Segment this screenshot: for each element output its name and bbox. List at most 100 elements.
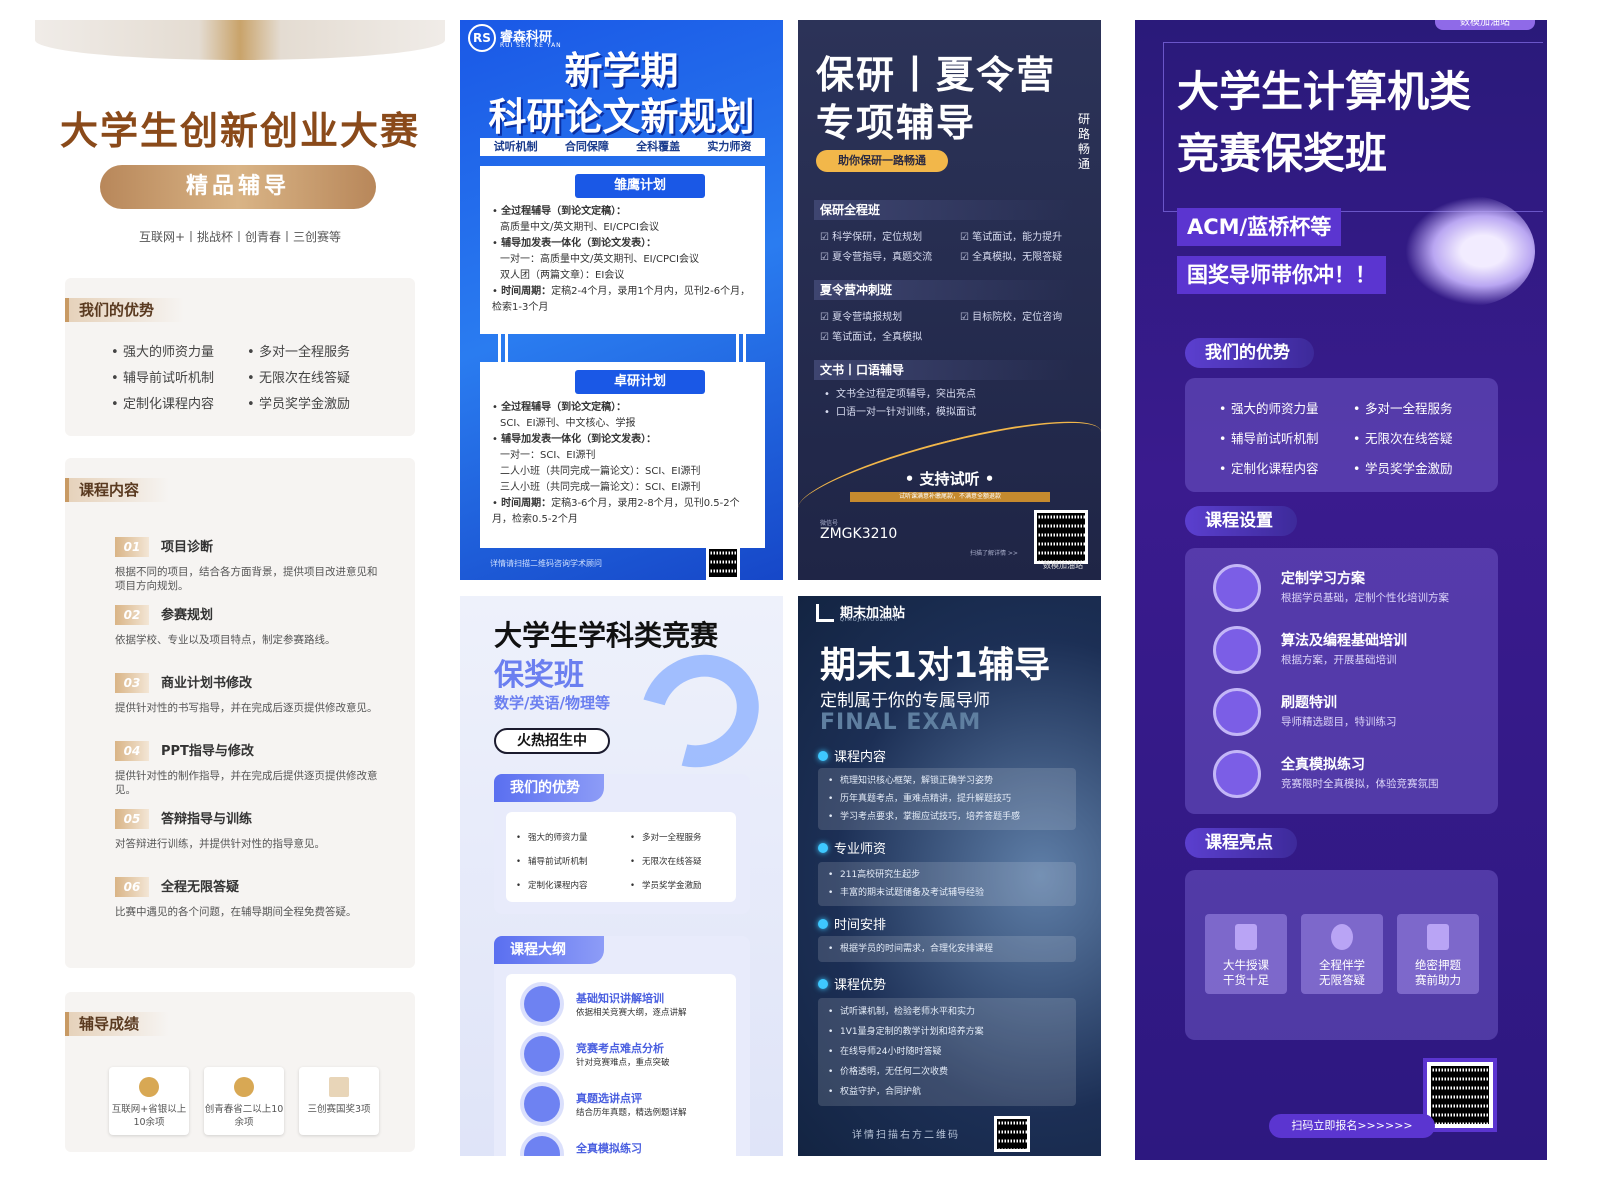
course-desc: 根据学员基础，定制个性化培训方案 xyxy=(1281,592,1449,604)
document-icon xyxy=(1213,564,1261,612)
item-desc: 提供针对性的书写指导，并在完成后逐页提供修改意见。 xyxy=(115,702,378,714)
list-item: 梳理知识核心框架，解锁正确学习姿势 xyxy=(828,772,1066,790)
medal-icon xyxy=(234,1077,254,1097)
signup-button[interactable]: 扫码立即报名>>>>>> xyxy=(1269,1114,1435,1138)
list-item: 定制化课程内容 xyxy=(1219,454,1319,484)
course-card: 课程内容 01 项目诊断 根据不同的项目，结合各方面背景，提供项目改进意见和项目方… xyxy=(65,458,415,968)
course-title: 刷题特训 xyxy=(1281,695,1337,711)
badge: 精品辅导 xyxy=(100,165,376,209)
feature: 合同保障 xyxy=(564,140,609,153)
feature: 全科覆盖 xyxy=(636,140,681,153)
watermark: 数模加油站 xyxy=(1043,561,1083,570)
course-title: 竞赛考点难点分析 xyxy=(576,1042,664,1055)
feature: 试听机制 xyxy=(493,140,538,153)
course-desc: 导师精选题目，特训练习 xyxy=(1281,716,1397,728)
plan-line: 高质量中文/英文期刊、EI/CPCI会议 xyxy=(500,222,659,233)
hand-icon xyxy=(1213,626,1261,674)
section-title: 我们的优势 xyxy=(1185,338,1314,368)
poster-title: 期末1对1辅导 xyxy=(820,645,1051,686)
plan-line: 三人小班（共同完成一篇论文）：SCI、EI源刊 xyxy=(500,482,701,493)
list-item: 强大的师资力量 xyxy=(516,826,588,850)
plan-card: 雏鹰计划 • 全过程辅导（到论文定稿）： 高质量中文/英文期刊、EI/CPCI会… xyxy=(480,166,765,334)
list-item: 211高校研究生起步 xyxy=(828,866,1066,884)
course-title: 全真模拟练习 xyxy=(576,1142,642,1155)
highlights-box: 大牛授课 干货十足 全程伴学 无限答疑 绝密押题 赛前助力 xyxy=(1185,870,1498,1040)
schedule-list: 根据学员的时间需求，合理化安排课程 xyxy=(818,936,1076,962)
item-desc: 比赛中遇见的各个问题，在辅导期间全程免费答疑。 xyxy=(115,906,357,918)
poster-title-2: 保奖班 xyxy=(494,658,584,693)
courses-box: 定制学习方案 根据学员基础，定制个性化培训方案 算法及编程基础培训 根据方案，开展基… xyxy=(1185,548,1498,814)
doc-list: 文书全过程定项辅导，突出亮点 口语一对一针对训练，模拟面试 xyxy=(824,386,976,422)
course-item: 06 全程无限答疑 比赛中遇见的各个问题，在辅导期间全程免费答疑。 xyxy=(115,876,385,919)
results-card: 辅导成绩 互联网+省银以上10余项 创青春省二以上10余项 三创赛国奖3项 xyxy=(65,992,415,1152)
list-item: 无限次在线答疑 xyxy=(247,366,350,392)
slogan-pill: 助你保研一路畅通 xyxy=(816,150,948,172)
list-item: 无限次在线答疑 xyxy=(630,850,702,874)
qr-code[interactable] xyxy=(1034,510,1088,564)
item-number: 01 xyxy=(115,537,149,557)
plan-card: 卓研计划 • 全过程辅导（到论文定稿）： SCI、EI源刊、中文核心、学报 • … xyxy=(480,362,765,548)
monitor-icon xyxy=(524,1086,560,1122)
poster-innovation-contest: 大学生创新创业大赛 精品辅导 互联网+丨挑战杯丨创青春丨三创赛等 我们的优势 强… xyxy=(35,20,445,1160)
course-title: 基础知识讲解培训 xyxy=(576,992,664,1005)
poster-title: 保研丨夏令营 xyxy=(816,53,1057,97)
highlight-line: 无限答疑 xyxy=(1319,973,1365,987)
poster-postgrad: 保研丨夏令营 专项辅导 研路畅通 助你保研一路畅通 保研全程班 科学保研，定位规… xyxy=(798,20,1101,580)
plan-line: 全过程辅导（到论文定稿）： xyxy=(501,206,627,217)
list-item: 学员奖学金激励 xyxy=(630,874,702,898)
course-desc: 竞赛限时全真模拟，体验竞赛氛围 xyxy=(1281,778,1439,790)
result-badge: 三创赛国奖3项 xyxy=(299,1067,379,1135)
result-text: 创青春省二以上10余项 xyxy=(204,1104,284,1128)
list-item: 丰富的期末试题储备及考试辅导经验 xyxy=(828,884,1066,902)
section-title: 课程亮点 xyxy=(1185,828,1297,858)
course-desc: 针对竞赛难点，重点突破 xyxy=(576,1058,670,1068)
content-list: 梳理知识核心框架，解锁正确学习姿势 历年真题考点，重难点精讲，提升解题技巧 学习… xyxy=(818,768,1076,830)
section-tag: 课程大纲 xyxy=(494,936,604,964)
section-title: 时间安排 xyxy=(818,914,886,933)
plan-title: 卓研计划 xyxy=(575,370,705,394)
course-item: 04 PPT指导与修改 提供针对性的制作指导，并在完成后提供逐页提供修改意见。 xyxy=(115,740,385,797)
plan-line: 全过程辅导（到论文定稿）： xyxy=(501,402,627,413)
advantages-list-right: 多对一全程服务 无限次在线答疑 学员奖学金激励 xyxy=(1353,394,1453,484)
support-note: 试听课满意补缴尾款，不满意全额退款 xyxy=(850,492,1050,502)
section-title: 课程设置 xyxy=(1185,506,1297,536)
qr-code[interactable] xyxy=(706,546,740,580)
qr-code[interactable] xyxy=(994,1116,1030,1152)
list-item: 定制化课程内容 xyxy=(516,874,588,898)
course-item: 05 答辩指导与训练 对答辩进行训练，并提供针对性的指导意见。 xyxy=(115,808,385,851)
top-tag: 数模加油站 xyxy=(1435,20,1535,30)
poster-final-exam: 期末加油站 QIMOJIAYOUZHAN 期末1对1辅导 定制属于你的专属导师 … xyxy=(798,596,1101,1156)
item-number: 04 xyxy=(115,741,149,761)
result-text: 互联网+省银以上10余项 xyxy=(111,1104,187,1128)
course-desc: 依据相关竞赛大纲，逐点讲解 xyxy=(576,1008,687,1018)
feature-bar: 试听机制 合同保障 全科覆盖 实力师资 xyxy=(480,138,765,156)
advantages-list-left: 强大的师资力量 辅导前试听机制 定制化课程内容 xyxy=(1219,394,1319,484)
list-item: 权益守护，合同护航 xyxy=(828,1082,1066,1102)
poster-research-paper: RS 睿森科研 RUI SEN KE YAN 新学期 科研论文新规划 试听机制 … xyxy=(460,20,783,580)
course-item: 03 商业计划书修改 提供针对性的书写指导，并在完成后逐页提供修改意见。 xyxy=(115,672,385,715)
item-title: 全程无限答疑 xyxy=(161,880,240,895)
check-item: 目标院校，定位咨询 xyxy=(960,308,1062,323)
section-tag: 辅导成绩 xyxy=(65,1012,170,1036)
poster-subtitle: 定制属于你的专属导师 xyxy=(820,691,990,711)
course-item: 01 项目诊断 根据不同的项目，结合各方面背景，提供项目改进意见和项目方向规划。 xyxy=(115,536,385,593)
list-item: 价格透明，无任何二次收费 xyxy=(828,1062,1066,1082)
course-desc: 结合历年真题，精选例题详解 xyxy=(576,1108,687,1118)
item-desc: 提供针对性的制作指导，并在完成后提供逐页提供修改意见。 xyxy=(115,770,378,796)
list-item: 多对一全程服务 xyxy=(1353,394,1453,424)
item-number: 05 xyxy=(115,809,149,829)
qr-code[interactable] xyxy=(1427,1062,1493,1128)
advantages-list-left: 强大的师资力量 辅导前试听机制 定制化课程内容 xyxy=(111,340,214,418)
poster-title-2: 科研论文新规划 xyxy=(488,95,755,139)
poster-title: 大学生计算机类 xyxy=(1177,67,1472,116)
list-item: 无限次在线答疑 xyxy=(1353,424,1453,454)
highlight-line: 干货十足 xyxy=(1223,973,1269,987)
poster-subtitle: 互联网+丨挑战杯丨创青春丨三创赛等 xyxy=(138,230,342,244)
english-title: FINAL EXAM xyxy=(820,710,982,735)
item-title: 商业计划书修改 xyxy=(161,676,253,691)
result-badge: 互联网+省银以上10余项 xyxy=(109,1067,189,1135)
poster-title: 大学生创新创业大赛 xyxy=(59,109,420,153)
advantages-card: 我们的优势 强大的师资力量 辅导前试听机制 定制化课程内容 多对一全程服务 无限… xyxy=(65,278,415,436)
advantages-box: 强大的师资力量 辅导前试听机制 定制化课程内容 多对一全程服务 无限次在线答疑 … xyxy=(1185,378,1498,492)
course-desc: 根据方案，开展基础培训 xyxy=(1281,654,1397,666)
